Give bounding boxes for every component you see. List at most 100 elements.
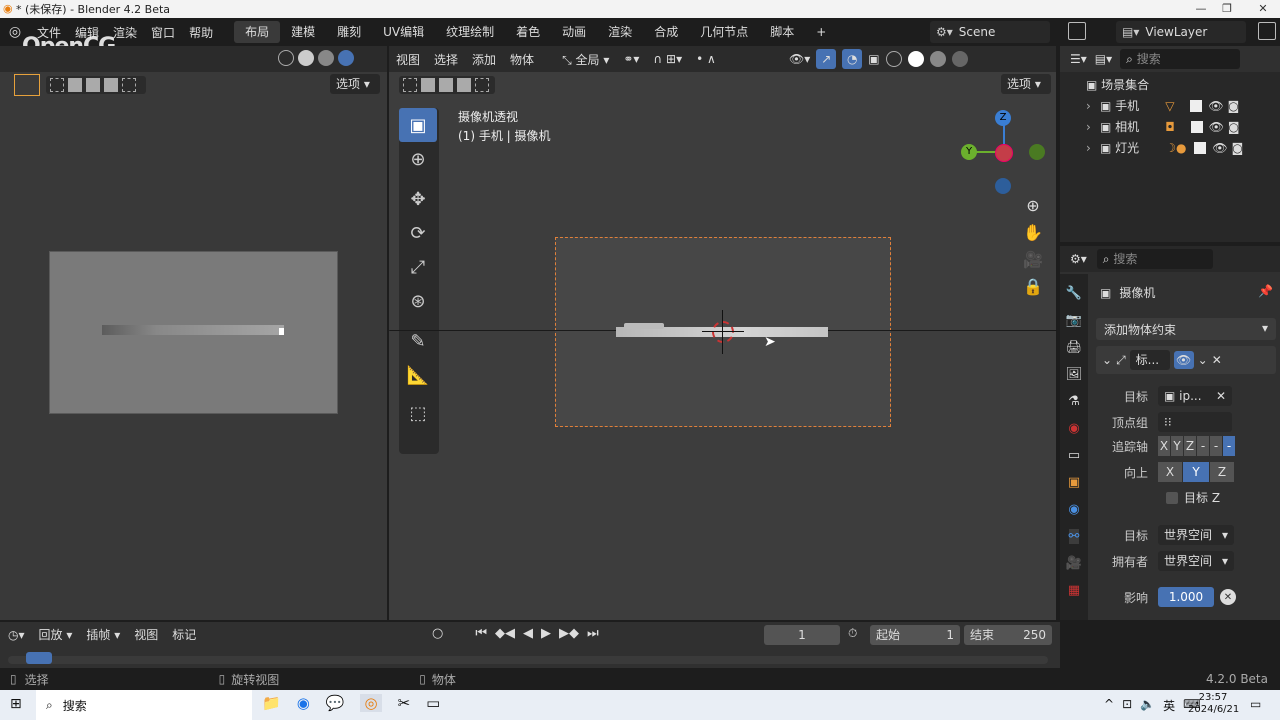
outliner-item-camera[interactable]: › ▣ 相机 ◘ 👁 ◙ (1086, 118, 1276, 135)
start-frame-field[interactable]: 起始 1 (870, 625, 960, 645)
viewport-menu-view[interactable]: 视图 (389, 51, 427, 68)
visibility-icon[interactable]: 👁▾ (789, 52, 810, 66)
influence-slider[interactable]: 1.000 (1158, 587, 1214, 607)
solid-shading-icon[interactable] (907, 51, 924, 67)
select-box-tool[interactable]: ▣ (399, 108, 437, 142)
maximize-button[interactable]: ❐ (1212, 0, 1242, 18)
constraint-menu-icon[interactable]: ⌄ (1198, 353, 1208, 367)
render-camera-icon[interactable]: ◙ (1228, 99, 1240, 113)
workspace-tab-animation[interactable]: 动画 (551, 21, 597, 43)
data-tab-icon[interactable]: 🎥 (1066, 556, 1082, 571)
output-tab-icon[interactable]: 🖨 (1066, 340, 1083, 355)
eye-icon[interactable]: 👁 (1209, 120, 1224, 134)
tray-chevron-icon[interactable]: ^ (1104, 697, 1114, 714)
track-z-button[interactable]: Z (1184, 436, 1196, 456)
target-z-checkbox[interactable] (1166, 491, 1178, 504)
world-tab-icon[interactable]: ◉ (1068, 421, 1079, 436)
render-camera-icon[interactable]: ◙ (1228, 120, 1240, 134)
object-tab-icon[interactable]: ▣ (1068, 475, 1080, 490)
track-neg-z-button[interactable]: - (1223, 436, 1235, 456)
track-neg-y-button[interactable]: - (1210, 436, 1222, 456)
viewport-menu-object[interactable]: 物体 (503, 51, 541, 68)
current-frame-field[interactable]: 1 (764, 625, 840, 645)
outliner-search-input[interactable]: ⌕ 搜索 (1120, 49, 1241, 69)
gizmo-z-axis[interactable]: Z (995, 110, 1011, 126)
workspace-tab-compositing[interactable]: 合成 (643, 21, 689, 43)
play-reverse-icon[interactable]: ◀ (523, 626, 533, 641)
render-camera-icon[interactable]: ◙ (1232, 141, 1244, 155)
tool-tab-icon[interactable]: 🔧 (1066, 286, 1082, 301)
video-app-icon[interactable]: ▭ (426, 694, 440, 712)
timeline-menu-keying[interactable]: 插帧 ▾ (86, 626, 120, 643)
zoom-icon[interactable]: ⊕ (1026, 196, 1039, 215)
viewport-menu-select[interactable]: 选择 (427, 51, 465, 68)
windows-start-icon[interactable]: ⊞ (10, 696, 22, 712)
playhead[interactable] (26, 652, 52, 664)
timeline-editor-icon[interactable]: ◷▾ (8, 628, 25, 642)
gizmo-neg-y-axis[interactable] (1029, 144, 1045, 160)
prev-keyframe-icon[interactable]: ◆◀ (495, 626, 515, 641)
render-tab-icon[interactable]: 📷 (1066, 313, 1082, 328)
scene-collection-row[interactable]: ▣ 场景集合 (1086, 76, 1149, 93)
gizmo-neg-z-axis[interactable] (995, 178, 1011, 194)
close-button[interactable]: ✕ (1248, 0, 1278, 18)
target-field[interactable]: ▣ ip... ✕ (1158, 386, 1232, 406)
camera-view-icon[interactable]: 🎥 (1023, 250, 1043, 269)
edge-browser-icon[interactable]: ◉ (297, 694, 310, 712)
xray-icon[interactable]: ▣ (868, 52, 879, 66)
constraint-name-field[interactable]: 标... (1129, 350, 1170, 370)
workspace-tab-sculpt[interactable]: 雕刻 (326, 21, 372, 43)
outliner-item-phone[interactable]: › ▣ 手机 ▽ 👁 ◙ (1086, 97, 1276, 114)
scale-tool[interactable]: ⤢ (399, 250, 437, 284)
workspace-tab-layout[interactable]: 布局 (234, 21, 281, 43)
outliner-editor-icon[interactable]: ☰▾ (1070, 52, 1087, 66)
new-view-layer-icon[interactable] (1258, 22, 1276, 40)
jump-start-icon[interactable]: ⏮ (475, 626, 487, 641)
wechat-icon[interactable]: 💬 (326, 694, 345, 712)
add-workspace-button[interactable]: + (805, 21, 837, 43)
navigation-gizmo[interactable]: Z Y (959, 106, 1049, 196)
add-cube-tool[interactable]: ⬚ (399, 396, 437, 430)
gizmo-y-axis[interactable]: Y (961, 144, 977, 160)
add-constraint-dropdown[interactable]: 添加物体约束 ▾ (1096, 318, 1276, 340)
network-icon[interactable]: ⊡ (1122, 697, 1132, 714)
checkbox-icon[interactable] (1190, 99, 1203, 112)
taskbar-clock[interactable]: 23:57 2024/6/21 (1188, 692, 1239, 716)
workspace-tab-texture-paint[interactable]: 纹理绘制 (435, 21, 505, 43)
scene-selector[interactable]: ⚙▾ Scene (930, 21, 1050, 43)
left-viewport[interactable]: 选项 ▾ (0, 46, 387, 620)
outliner-filter-icon[interactable]: ▤▾ (1095, 52, 1112, 66)
rendered-shading-icon[interactable] (951, 51, 968, 67)
pan-hand-icon[interactable]: ✋ (1023, 223, 1043, 242)
volume-icon[interactable]: 🔈 (1140, 697, 1155, 714)
wireframe-shading-icon[interactable] (885, 51, 902, 67)
timeline-menu-view[interactable]: 视图 (134, 626, 158, 643)
eye-icon[interactable]: 👁 (1208, 99, 1223, 113)
blender-taskbar-icon[interactable]: ◎ (360, 694, 382, 712)
lock-icon[interactable]: 🔒 (1023, 277, 1043, 296)
next-keyframe-icon[interactable]: ▶◆ (559, 626, 579, 641)
timeline-menu-playback[interactable]: 回放 ▾ (39, 626, 73, 643)
checkbox-icon[interactable] (1190, 120, 1203, 133)
texture-tab-icon[interactable]: ▦ (1068, 583, 1080, 598)
physics-tab-icon[interactable]: ◉ (1068, 502, 1079, 517)
owner-space-dropdown[interactable]: 世界空间 ▾ (1158, 551, 1234, 571)
timeline-scrubber[interactable] (8, 652, 1048, 664)
workspace-tab-uv[interactable]: UV编辑 (372, 21, 435, 43)
viewport-menu-add[interactable]: 添加 (465, 51, 503, 68)
capcut-icon[interactable]: ✂ (398, 694, 411, 712)
main-3d-viewport[interactable]: 视图 选择 添加 物体 ⤡ 全局 ▾ ⚭▾ ∩ ⊞▾ • ∧ 👁▾ ↗ ◔ ▣ … (389, 46, 1057, 620)
cursor-tool[interactable]: ⊕ (399, 142, 437, 176)
viewport-display-controls[interactable]: 👁▾ ↗ ◔ ▣ (789, 49, 1051, 69)
scene-tab-icon[interactable]: ⚗ (1068, 394, 1080, 409)
select-tool-icon[interactable] (14, 74, 40, 96)
input-language[interactable]: 英 (1163, 697, 1175, 714)
up-z-button[interactable]: Z (1210, 462, 1234, 482)
vertex-group-field[interactable]: ⁝⁝ (1158, 412, 1232, 432)
material-shading-icon[interactable] (929, 51, 946, 67)
left-options-dropdown[interactable]: 选项 ▾ (330, 74, 380, 94)
workspace-tab-shading[interactable]: 着色 (505, 21, 551, 43)
rotate-tool[interactable]: ⟳ (399, 216, 437, 250)
pin-icon[interactable]: 📌 (1258, 284, 1273, 298)
view-layer-selector[interactable]: ▤▾ ViewLayer (1116, 21, 1246, 43)
